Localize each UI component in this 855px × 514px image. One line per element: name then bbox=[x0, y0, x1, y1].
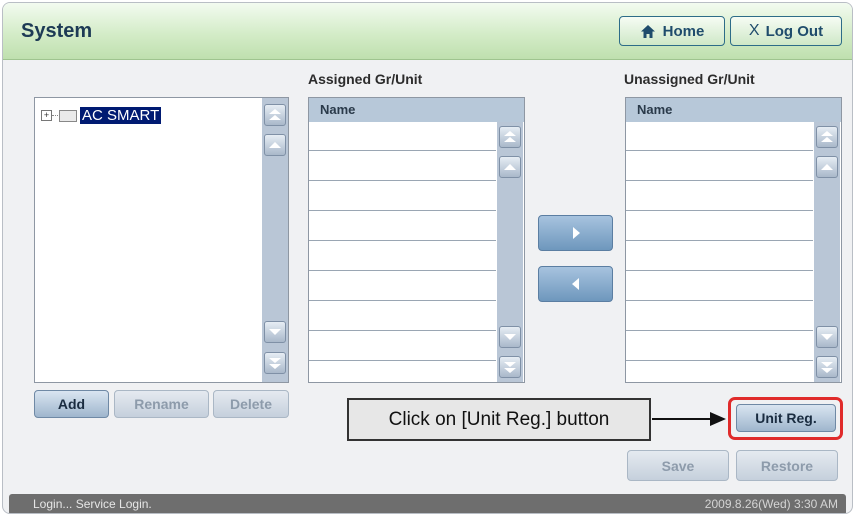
list-row-divider bbox=[626, 210, 813, 211]
scroll-up-button[interactable] bbox=[816, 156, 838, 178]
list-row-divider bbox=[309, 300, 496, 301]
assigned-list-title: Assigned Gr/Unit bbox=[308, 71, 423, 87]
rename-button[interactable]: Rename bbox=[114, 390, 209, 418]
scroll-down-button[interactable] bbox=[499, 326, 521, 348]
double-up-icon bbox=[269, 109, 281, 120]
scroll-up-button[interactable] bbox=[499, 156, 521, 178]
double-down-icon bbox=[504, 362, 516, 373]
logout-button-label: Log Out bbox=[765, 22, 824, 40]
unit-reg-highlight bbox=[728, 397, 843, 440]
double-down-icon bbox=[821, 362, 833, 373]
up-icon bbox=[269, 142, 281, 148]
scroll-first-button[interactable] bbox=[264, 104, 286, 126]
home-button[interactable]: Home bbox=[619, 16, 725, 46]
home-icon bbox=[640, 24, 655, 38]
list-row-divider bbox=[626, 360, 813, 361]
home-button-label: Home bbox=[662, 22, 705, 40]
down-icon bbox=[504, 334, 516, 340]
unassigned-name-column-header: Name bbox=[626, 98, 841, 122]
list-row-divider bbox=[309, 210, 496, 211]
expand-icon[interactable]: + bbox=[41, 110, 52, 121]
list-row-divider bbox=[309, 240, 496, 241]
restore-button[interactable]: Restore bbox=[736, 450, 838, 481]
double-up-icon bbox=[504, 131, 516, 142]
unassigned-scrollbar[interactable] bbox=[814, 122, 840, 382]
scroll-last-button[interactable] bbox=[264, 352, 286, 374]
assigned-scrollbar[interactable] bbox=[497, 122, 523, 382]
assigned-name-column-header: Name bbox=[309, 98, 524, 122]
logout-button[interactable]: X Log Out bbox=[730, 16, 842, 46]
login-status: Login... Service Login. bbox=[33, 497, 152, 511]
list-row-divider bbox=[309, 270, 496, 271]
down-icon bbox=[269, 329, 281, 335]
save-button[interactable]: Save bbox=[627, 450, 729, 481]
scroll-down-button[interactable] bbox=[264, 321, 286, 343]
status-bar: Login... Service Login. 2009.8.26(Wed) 3… bbox=[9, 494, 846, 513]
tree-node-ac-smart[interactable]: + AC SMART bbox=[41, 107, 162, 124]
list-row-divider bbox=[626, 270, 813, 271]
up-icon bbox=[821, 164, 833, 170]
scroll-first-button[interactable] bbox=[816, 126, 838, 148]
list-row-divider bbox=[626, 240, 813, 241]
scroll-last-button[interactable] bbox=[816, 356, 838, 378]
group-icon bbox=[59, 109, 77, 122]
callout-arrow-line bbox=[652, 418, 714, 420]
scroll-up-button[interactable] bbox=[264, 134, 286, 156]
list-row-divider bbox=[309, 180, 496, 181]
list-row-divider bbox=[626, 330, 813, 331]
assigned-list: Name bbox=[308, 97, 525, 383]
title-bar: System Home X Log Out bbox=[3, 3, 852, 60]
scroll-down-button[interactable] bbox=[816, 326, 838, 348]
add-button[interactable]: Add bbox=[34, 390, 109, 418]
down-icon bbox=[821, 334, 833, 340]
list-row-divider bbox=[309, 330, 496, 331]
move-right-button[interactable] bbox=[538, 215, 613, 251]
list-row-divider bbox=[309, 360, 496, 361]
group-tree: + AC SMART bbox=[34, 97, 289, 383]
instruction-callout: Click on [Unit Reg.] button bbox=[347, 398, 651, 441]
tree-scrollbar[interactable] bbox=[262, 98, 288, 382]
tree-connector bbox=[52, 115, 58, 116]
list-row-divider bbox=[626, 180, 813, 181]
tree-node-label[interactable]: AC SMART bbox=[80, 107, 162, 124]
unassigned-list: Name bbox=[625, 97, 842, 383]
scroll-last-button[interactable] bbox=[499, 356, 521, 378]
list-row-divider bbox=[309, 150, 496, 151]
date-time: 2009.8.26(Wed) 3:30 AM bbox=[704, 497, 838, 511]
move-left-button[interactable] bbox=[538, 266, 613, 302]
system-window: System Home X Log Out + AC SMART Add Ren… bbox=[2, 2, 853, 514]
list-row-divider bbox=[626, 150, 813, 151]
triangle-left-icon bbox=[571, 278, 579, 290]
unassigned-list-title: Unassigned Gr/Unit bbox=[624, 71, 755, 87]
x-icon: X bbox=[748, 22, 760, 39]
double-down-icon bbox=[269, 358, 281, 369]
callout-arrow-head bbox=[710, 412, 726, 426]
up-icon bbox=[504, 164, 516, 170]
list-row-divider bbox=[626, 300, 813, 301]
triangle-right-icon bbox=[572, 227, 580, 239]
page-title: System bbox=[21, 20, 93, 42]
double-up-icon bbox=[821, 131, 833, 142]
scroll-first-button[interactable] bbox=[499, 126, 521, 148]
delete-button[interactable]: Delete bbox=[213, 390, 289, 418]
